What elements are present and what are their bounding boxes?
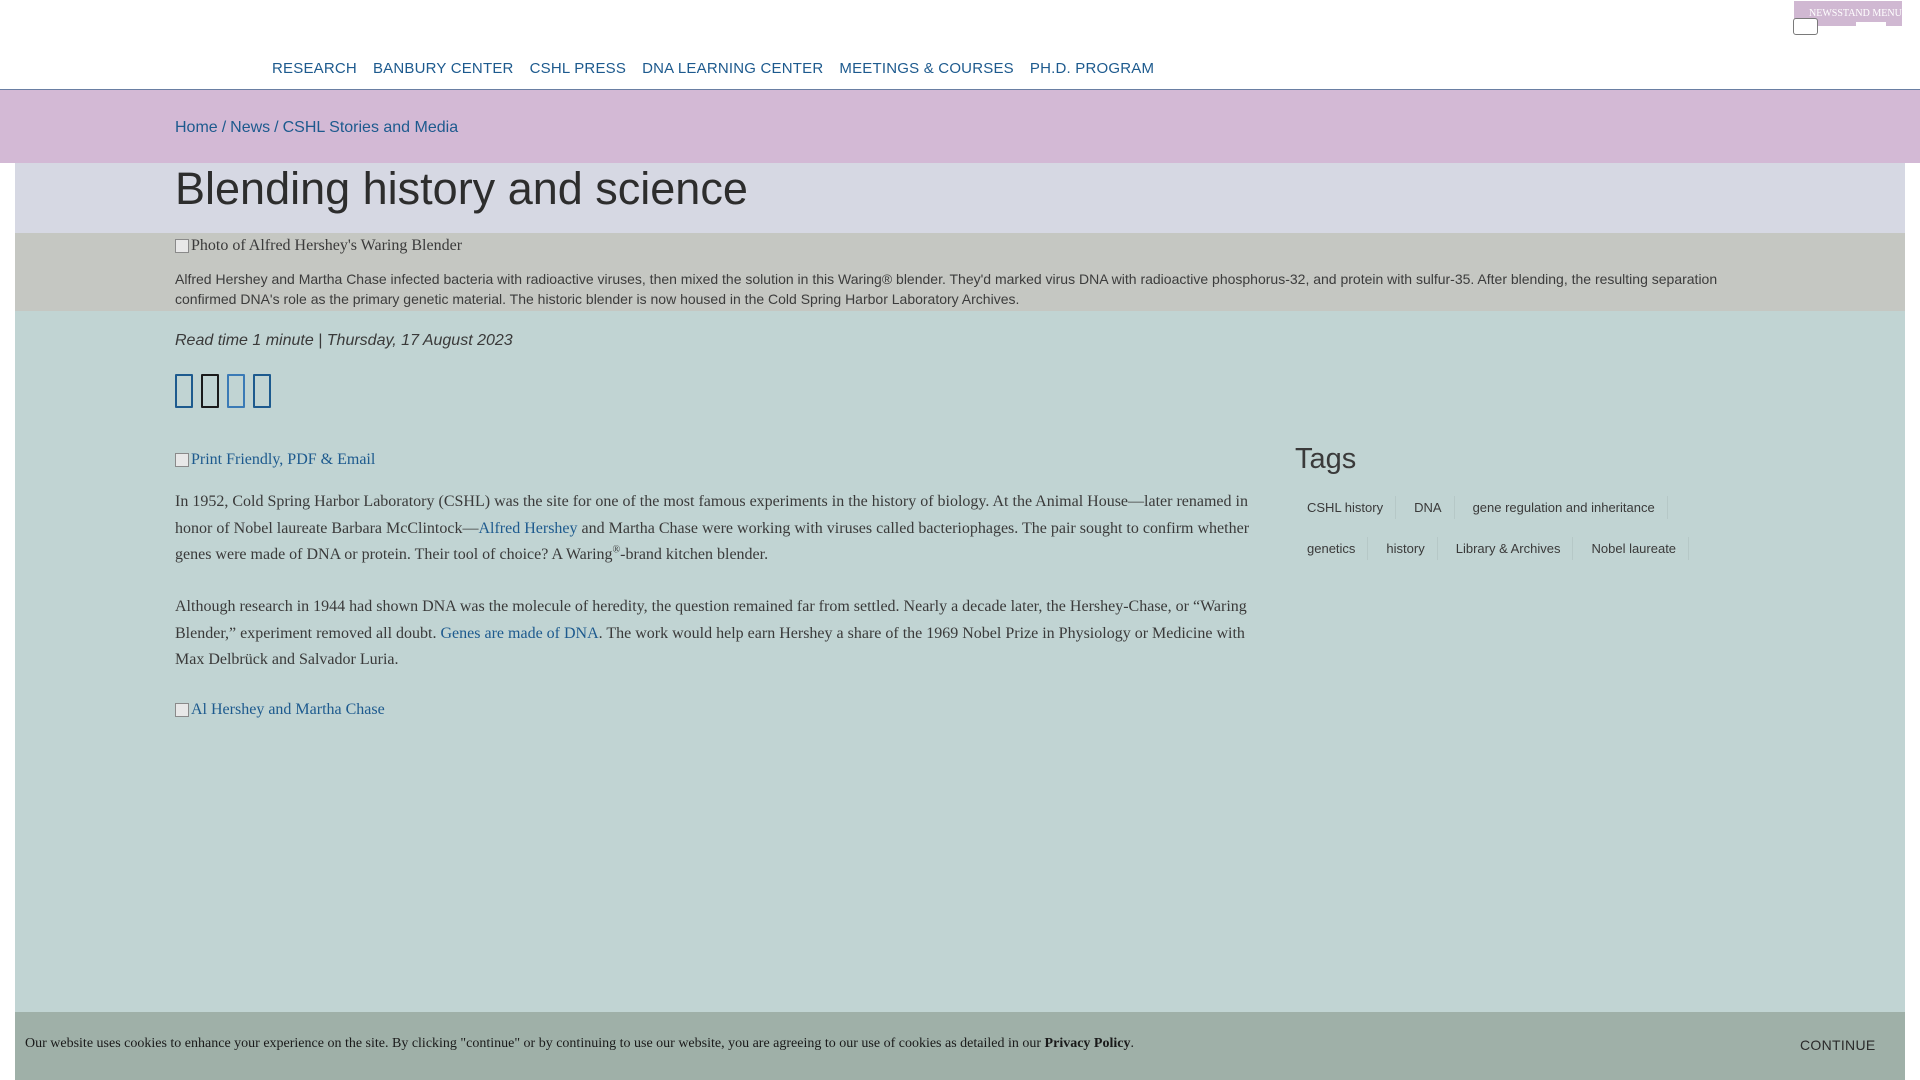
article-paragraph-1: In 1952, Cold Spring Harbor Laboratory (… bbox=[175, 489, 1265, 569]
hershey-chase-photo-link[interactable]: Al Hershey and Martha Chase bbox=[175, 701, 385, 719]
cookie-message: Our website uses cookies to enhance your… bbox=[25, 1036, 1045, 1051]
main-nav: RESEARCH BANBURY CENTER CSHL PRESS DNA L… bbox=[272, 60, 1170, 77]
hero-band: Photo of Alfred Hershey's Waring Blender… bbox=[15, 233, 1905, 311]
menu-strip bbox=[1856, 22, 1886, 28]
nav-cshl-press[interactable]: CSHL PRESS bbox=[530, 60, 626, 77]
tag-library-archives[interactable]: Library & Archives bbox=[1444, 537, 1574, 560]
tag-history[interactable]: history bbox=[1374, 537, 1438, 560]
nav-dna-learning-center[interactable]: DNA LEARNING CENTER bbox=[642, 60, 823, 77]
site-header: RESEARCH BANBURY CENTER CSHL PRESS DNA L… bbox=[0, 0, 1920, 90]
breadcrumb-separator: / bbox=[221, 119, 227, 136]
tag-cshl-history[interactable]: CSHL history bbox=[1295, 496, 1397, 519]
tag-genetics[interactable]: genetics bbox=[1295, 537, 1369, 560]
x-twitter-icon[interactable] bbox=[201, 374, 219, 408]
title-band: Blending history and science bbox=[15, 163, 1905, 233]
breadcrumb: Home / News / CSHL Stories and Media bbox=[175, 119, 458, 137]
paragraph-text: -brand kitchen blender. bbox=[620, 546, 769, 563]
print-friendly-link[interactable]: Print Friendly, PDF & Email bbox=[175, 451, 375, 469]
breadcrumb-current[interactable]: CSHL Stories and Media bbox=[283, 119, 459, 136]
tag-nobel-laureate[interactable]: Nobel laureate bbox=[1579, 537, 1690, 560]
breadcrumb-separator: / bbox=[274, 119, 279, 136]
breadcrumb-band: Home / News / CSHL Stories and Media bbox=[0, 90, 1920, 163]
cookie-banner: Our website uses cookies to enhance your… bbox=[15, 1012, 1905, 1080]
menu-toggle-icon[interactable] bbox=[1793, 18, 1818, 35]
facebook-icon[interactable] bbox=[175, 374, 193, 408]
print-friendly-label: Print Friendly, PDF & Email bbox=[191, 451, 376, 468]
breadcrumb-home[interactable]: Home bbox=[175, 119, 218, 136]
cookie-text: Our website uses cookies to enhance your… bbox=[25, 1036, 1134, 1052]
hero-image: Photo of Alfred Hershey's Waring Blender bbox=[175, 237, 462, 255]
article-meta: Read time 1 minute | Thursday, 17 August… bbox=[175, 332, 513, 349]
cookie-message-end: . bbox=[1130, 1036, 1134, 1051]
email-icon[interactable] bbox=[253, 374, 271, 408]
tags-heading: Tags bbox=[1295, 443, 1357, 475]
linkedin-icon[interactable] bbox=[227, 374, 245, 408]
privacy-policy-link[interactable]: Privacy Policy bbox=[1045, 1036, 1131, 1051]
nav-phd-program[interactable]: PH.D. PROGRAM bbox=[1030, 60, 1154, 77]
share-icons bbox=[175, 374, 271, 408]
registered-mark: ® bbox=[612, 544, 621, 556]
nav-banbury-center[interactable]: BANBURY CENTER bbox=[373, 60, 514, 77]
tags-list: CSHL history DNA gene regulation and inh… bbox=[1295, 496, 1735, 560]
nav-research[interactable]: RESEARCH bbox=[272, 60, 357, 77]
genes-made-of-dna-link[interactable]: Genes are made of DNA bbox=[441, 625, 599, 642]
content-panel: Blending history and science Photo of Al… bbox=[15, 163, 1905, 1080]
broken-image-icon bbox=[175, 703, 189, 717]
nav-meetings-courses[interactable]: MEETINGS & COURSES bbox=[839, 60, 1013, 77]
article-paragraph-2: Although research in 1944 had shown DNA … bbox=[175, 594, 1265, 674]
hero-image-alt: Photo of Alfred Hershey's Waring Blender bbox=[191, 237, 463, 254]
broken-image-icon bbox=[175, 453, 189, 467]
alfred-hershey-link[interactable]: Alfred Hershey bbox=[478, 520, 577, 537]
breadcrumb-news[interactable]: News bbox=[230, 119, 270, 136]
photo-alt-label: Al Hershey and Martha Chase bbox=[191, 701, 385, 718]
tag-gene-regulation[interactable]: gene regulation and inheritance bbox=[1461, 496, 1668, 519]
continue-button[interactable]: CONTINUE bbox=[1800, 1037, 1876, 1053]
broken-image-icon bbox=[175, 239, 189, 253]
hero-caption: Alfred Hershey and Martha Chase infected… bbox=[175, 271, 1718, 307]
tag-dna[interactable]: DNA bbox=[1402, 496, 1455, 519]
page-title: Blending history and science bbox=[175, 163, 748, 214]
